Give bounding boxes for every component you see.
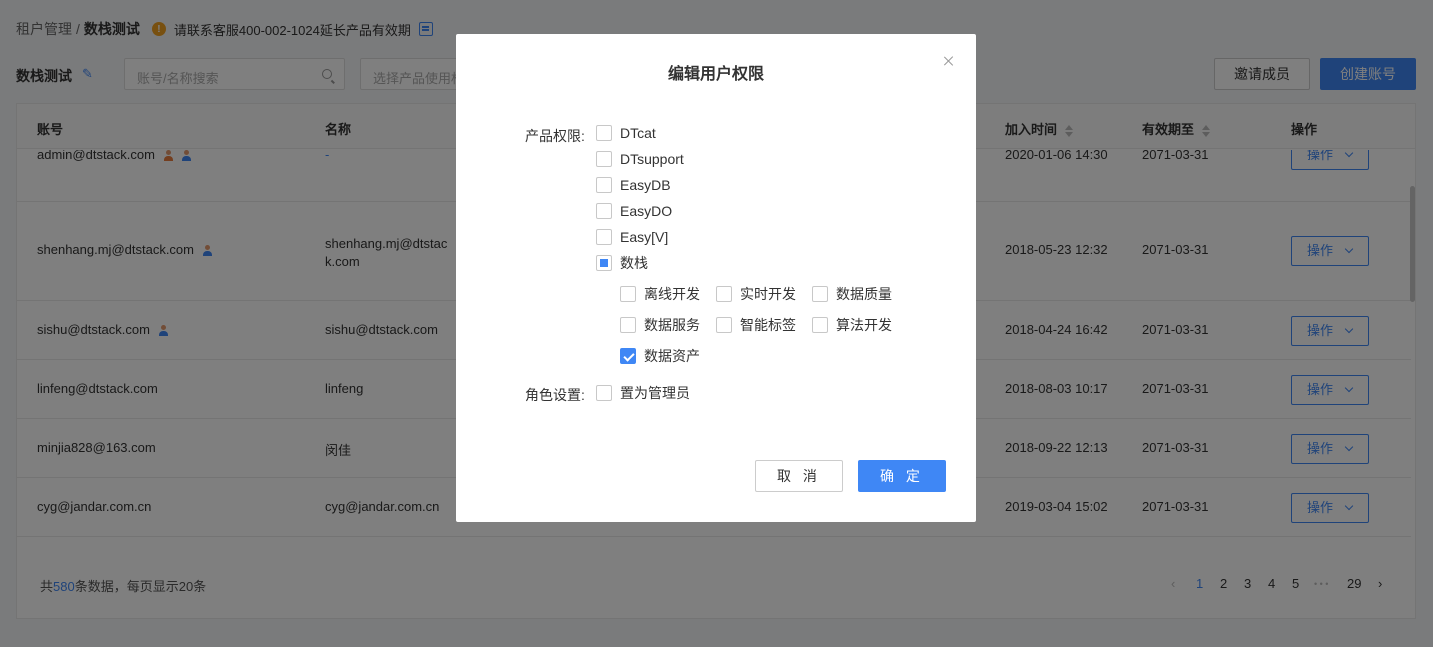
product-checkbox-easyv[interactable]: Easy[V] (596, 228, 668, 246)
checkbox-label: 智能标签 (740, 317, 796, 333)
product-checkbox-dtsupport[interactable]: DTsupport (596, 150, 684, 168)
checkbox[interactable] (812, 286, 828, 302)
checkbox[interactable] (620, 317, 636, 333)
checkbox[interactable] (596, 229, 612, 245)
product-checkbox-dtcat[interactable]: DTcat (596, 124, 656, 142)
checkbox-label: 数栈 (620, 255, 648, 271)
checkbox-label: EasyDO (620, 203, 673, 219)
checkbox-label: DTsupport (620, 151, 684, 167)
product-checkbox-shuzhan[interactable]: 数栈 (596, 254, 648, 272)
checkbox-checked[interactable] (620, 348, 636, 364)
checkbox[interactable] (596, 203, 612, 219)
checkbox[interactable] (716, 286, 732, 302)
edit-permission-modal: 编辑用户权限 产品权限: DTcat DTsupport EasyDB Easy… (456, 34, 976, 522)
checkbox-label: 算法开发 (836, 317, 892, 333)
checkbox-label: 实时开发 (740, 286, 796, 302)
sub-checkbox-realtime-dev[interactable]: 实时开发 (716, 285, 796, 303)
checkbox-label: DTcat (620, 125, 656, 141)
checkbox[interactable] (812, 317, 828, 333)
checkbox-label: EasyDB (620, 177, 671, 193)
cancel-button[interactable]: 取 消 (755, 460, 843, 492)
checkbox-label: 置为管理员 (620, 385, 690, 401)
role-setting-label: 角色设置: (525, 387, 585, 403)
checkbox[interactable] (596, 125, 612, 141)
checkbox[interactable] (620, 286, 636, 302)
checkbox[interactable] (596, 151, 612, 167)
checkbox[interactable] (716, 317, 732, 333)
sub-checkbox-data-quality[interactable]: 数据质量 (812, 285, 892, 303)
checkbox-label: Easy[V] (620, 229, 669, 245)
sub-checkbox-data-assets[interactable]: 数据资产 (620, 347, 700, 365)
sub-checkbox-offline-dev[interactable]: 离线开发 (620, 285, 700, 303)
checkbox[interactable] (596, 385, 612, 401)
checkbox-label: 数据资产 (644, 348, 700, 364)
close-icon[interactable] (942, 54, 956, 68)
product-checkbox-easydo[interactable]: EasyDO (596, 202, 672, 220)
checkbox[interactable] (596, 177, 612, 193)
admin-role-checkbox[interactable]: 置为管理员 (596, 384, 690, 402)
checkbox-label: 离线开发 (644, 286, 700, 302)
confirm-button[interactable]: 确 定 (858, 460, 946, 492)
checkbox-label: 数据服务 (644, 317, 700, 333)
product-permission-label: 产品权限: (525, 128, 585, 144)
sub-checkbox-smart-tags[interactable]: 智能标签 (716, 316, 796, 334)
product-checkbox-easydb[interactable]: EasyDB (596, 176, 671, 194)
checkbox-indeterminate[interactable] (596, 255, 612, 271)
modal-title: 编辑用户权限 (667, 66, 764, 83)
sub-checkbox-data-service[interactable]: 数据服务 (620, 316, 700, 334)
sub-checkbox-algorithm-dev[interactable]: 算法开发 (812, 316, 892, 334)
checkbox-label: 数据质量 (836, 286, 892, 302)
